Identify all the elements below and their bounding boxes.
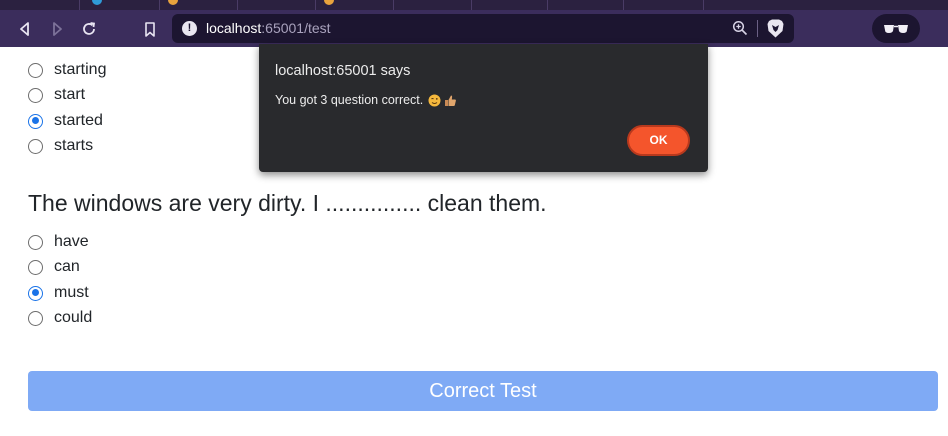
answer-option[interactable]: starts xyxy=(28,135,93,157)
answer-option[interactable]: could xyxy=(28,307,92,329)
forward-arrow-icon xyxy=(53,22,62,36)
url-port: :65001 xyxy=(261,20,305,36)
radio-button[interactable] xyxy=(28,62,43,78)
tab[interactable] xyxy=(160,0,238,10)
option-label: can xyxy=(54,258,80,275)
option-label: starts xyxy=(54,137,94,154)
radio-button[interactable] xyxy=(28,259,43,275)
omnibox-separator xyxy=(757,20,758,37)
option-label: could xyxy=(54,309,93,326)
option-label: must xyxy=(54,284,89,301)
url-host: localhost xyxy=(206,20,262,36)
radio-button[interactable] xyxy=(28,138,43,154)
address-bar[interactable]: ! localhost:65001/test xyxy=(172,14,794,43)
back-button[interactable] xyxy=(13,17,37,41)
radio-button[interactable] xyxy=(28,87,43,103)
option-label: start xyxy=(54,86,86,103)
tab-favicon xyxy=(168,0,178,5)
url-text[interactable]: localhost:65001/test xyxy=(206,20,331,36)
answer-option[interactable]: have xyxy=(28,231,89,253)
brave-shields-icon[interactable] xyxy=(767,19,784,38)
dialog-emoji xyxy=(428,94,457,107)
dialog-title: localhost:65001 says xyxy=(275,63,411,79)
ok-button[interactable]: OK xyxy=(627,125,690,156)
bookmark-button[interactable] xyxy=(138,17,162,41)
bookmark-icon xyxy=(145,21,155,37)
answer-option[interactable]: started xyxy=(28,110,103,132)
tab[interactable] xyxy=(0,0,102,10)
url-path: /test xyxy=(304,20,331,36)
private-window-button[interactable] xyxy=(872,14,920,43)
radio-button[interactable] xyxy=(28,310,43,326)
browser-toolbar: ! localhost:65001/test xyxy=(0,10,948,57)
answer-option[interactable]: start xyxy=(28,84,85,106)
wink-face-icon xyxy=(428,94,441,106)
tab-favicon xyxy=(324,0,334,5)
answer-option[interactable]: starting xyxy=(28,59,106,81)
tab[interactable] xyxy=(624,0,704,10)
zoom-icon[interactable] xyxy=(732,20,748,36)
radio-button[interactable] xyxy=(28,234,43,250)
site-info-icon[interactable]: ! xyxy=(182,21,197,36)
forward-button[interactable] xyxy=(45,17,69,41)
option-label: have xyxy=(54,233,89,250)
question-text: The windows are very dirty. I ..........… xyxy=(28,190,547,216)
dialog-message: You got 3 question correct. xyxy=(275,93,457,107)
tab[interactable] xyxy=(316,0,394,10)
answer-option[interactable]: can xyxy=(28,256,80,278)
thumbs-up-icon xyxy=(445,95,457,106)
dialog-message-text: You got 3 question correct. xyxy=(275,93,424,107)
tab[interactable] xyxy=(80,0,160,10)
tab[interactable] xyxy=(472,0,548,10)
tab-strip xyxy=(0,0,948,10)
sunglasses-icon xyxy=(884,24,908,33)
answer-option[interactable]: must xyxy=(28,282,89,304)
reload-button[interactable] xyxy=(77,17,101,41)
radio-button-selected[interactable] xyxy=(28,113,43,129)
alert-dialog: localhost:65001 says You got 3 question … xyxy=(259,44,708,172)
radio-button-selected[interactable] xyxy=(28,285,43,301)
back-arrow-icon xyxy=(20,22,29,36)
option-label: starting xyxy=(54,61,107,78)
correct-test-button[interactable]: Correct Test xyxy=(28,371,938,411)
reload-icon xyxy=(83,22,96,35)
tab[interactable] xyxy=(548,0,624,10)
tab[interactable] xyxy=(394,0,472,10)
option-label: started xyxy=(54,112,103,129)
tab[interactable] xyxy=(238,0,316,10)
